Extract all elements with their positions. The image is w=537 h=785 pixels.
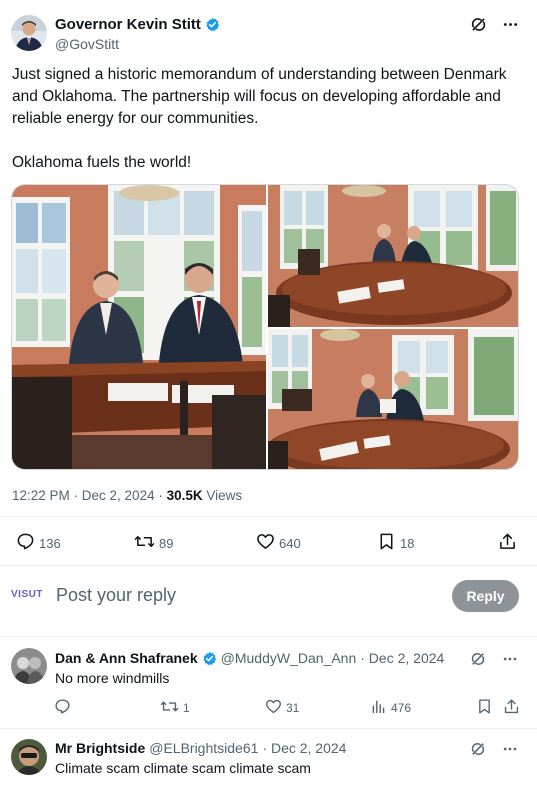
grok-icon[interactable] (469, 15, 487, 33)
more-icon[interactable] (501, 650, 519, 668)
comment[interactable]: Mr Brightside @ELBrightside61 · Dec 2, 2… (0, 728, 537, 785)
post-text-line: Just signed a historic memorandum of und… (12, 66, 507, 83)
comment-author-handle[interactable]: @MuddyW_Dan_Ann (221, 650, 357, 666)
comment-repost-count: 1 (183, 701, 190, 715)
bookmark-icon (476, 698, 493, 718)
verified-badge-icon (205, 17, 220, 32)
media-grid (11, 184, 519, 470)
more-icon[interactable] (501, 15, 519, 33)
comment-header: Mr Brightside @ELBrightside61 · Dec 2, 2… (55, 740, 346, 756)
post-time[interactable]: 12:22 PM · Dec 2, 2024 · (12, 488, 167, 503)
post-text-line: reliable energy for our communities. (12, 110, 259, 127)
comment-like-count: 31 (286, 701, 300, 715)
grok-icon[interactable] (469, 740, 487, 758)
divider (0, 516, 537, 517)
like-stat[interactable]: 640 (256, 532, 301, 554)
comment-top-actions (469, 740, 519, 758)
comment-views-count: 476 (391, 701, 412, 715)
bookmark-stat[interactable]: 18 (377, 532, 414, 554)
comment-repost-stat[interactable]: 1 (160, 698, 190, 718)
post-views-label: Views (202, 488, 243, 503)
repost-stat[interactable]: 89 (134, 532, 173, 554)
more-icon[interactable] (501, 740, 519, 758)
comment[interactable]: Dan & Ann Shafranek @MuddyW_Dan_Ann · De… (0, 636, 537, 728)
share-icon (498, 532, 517, 554)
post-text-line: Oklahoma fuels the world! (12, 154, 192, 171)
share-button[interactable] (498, 532, 517, 554)
author-name[interactable]: Governor Kevin Stitt (55, 16, 201, 33)
comment-author-name[interactable]: Mr Brightside (55, 740, 145, 756)
photo-signing-wide[interactable] (12, 185, 266, 469)
repost-icon (134, 532, 155, 554)
reply-button[interactable]: Reply (452, 580, 519, 612)
verified-badge-icon (202, 651, 217, 666)
author-name-row[interactable]: Governor Kevin Stitt (55, 16, 220, 33)
comment-avatar[interactable] (11, 739, 47, 775)
post-text: Just signed a historic memorandum of und… (12, 64, 527, 174)
views-icon (370, 698, 387, 718)
reply-count: 136 (39, 535, 61, 551)
comment-stats-bar: 1 31 476 (0, 698, 537, 718)
comment-author-name[interactable]: Dan & Ann Shafranek (55, 650, 198, 666)
divider (0, 565, 537, 566)
post-views-count: 30.5K (166, 488, 203, 503)
like-count: 640 (279, 535, 301, 551)
photo-signing-room[interactable] (268, 185, 518, 327)
photo-signing-papers[interactable] (268, 329, 518, 469)
comment-bookmark-button[interactable] (476, 698, 493, 718)
repost-icon (160, 698, 179, 718)
comment-share-button[interactable] (503, 698, 520, 718)
reply-composer: VISUT Post your reply Reply (0, 573, 537, 619)
comment-reply-button[interactable] (54, 698, 71, 718)
bookmark-count: 18 (400, 535, 415, 551)
post-stats-bar: 136 89 640 18 (0, 528, 537, 556)
comment-like-stat[interactable]: 31 (265, 698, 299, 718)
post-timestamp[interactable]: 12:22 PM · Dec 2, 2024 · 30.5K Views (12, 488, 242, 503)
like-icon (265, 698, 282, 718)
comment-text: Climate scam climate scam climate scam (55, 760, 311, 776)
like-icon (256, 532, 275, 554)
comment-text: No more windmills (55, 670, 170, 686)
bookmark-icon (377, 532, 396, 554)
repost-count: 89 (159, 535, 174, 551)
comment-header: Dan & Ann Shafranek @MuddyW_Dan_Ann · De… (55, 650, 444, 666)
post-text-line: and Oklahoma. The partnership will focus… (12, 88, 501, 105)
reply-icon (16, 532, 35, 554)
comment-avatar[interactable] (11, 648, 47, 684)
comment-author-handle[interactable]: @ELBrightside61 (149, 740, 258, 756)
comment-date[interactable]: · Dec 2, 2024 (262, 740, 346, 756)
share-icon (503, 698, 520, 718)
post-top-actions (469, 15, 519, 33)
reply-input[interactable]: Post your reply (56, 585, 176, 606)
grok-icon[interactable] (469, 650, 487, 668)
comment-date[interactable]: · Dec 2, 2024 (360, 650, 444, 666)
user-avatar[interactable]: VISUT (11, 589, 47, 605)
comment-top-actions (469, 650, 519, 668)
comment-views-stat[interactable]: 476 (370, 698, 411, 718)
author-avatar[interactable] (11, 15, 47, 51)
reply-stat[interactable]: 136 (16, 532, 61, 554)
reply-icon (54, 698, 71, 718)
author-handle[interactable]: @GovStitt (55, 36, 119, 52)
